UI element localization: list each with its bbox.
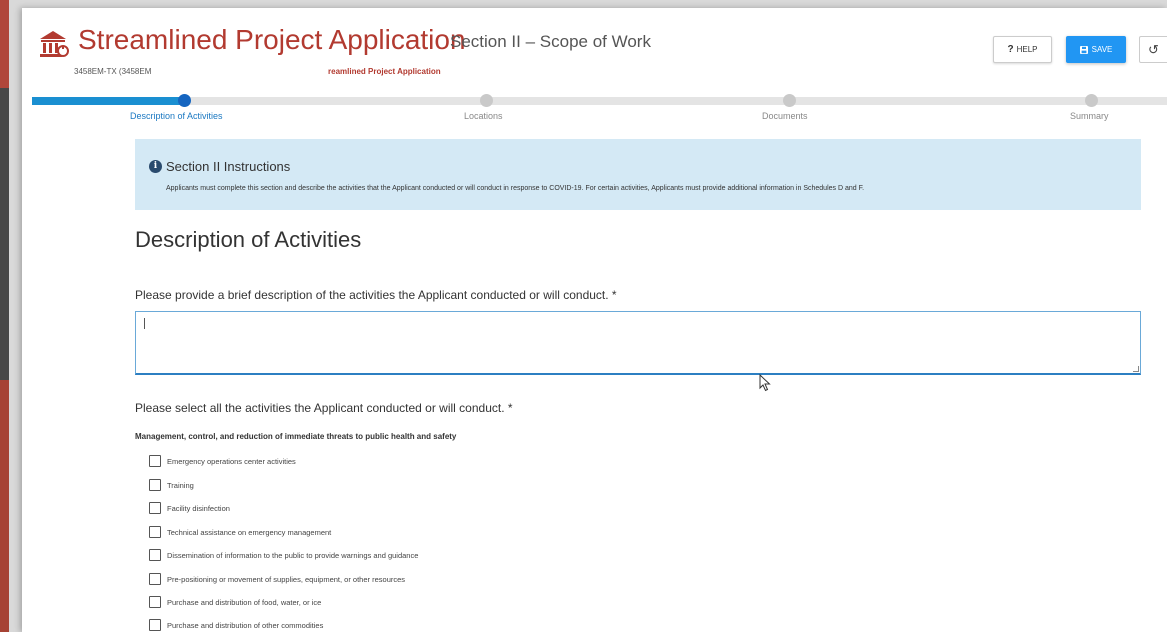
step-dot-locations[interactable]	[480, 94, 493, 107]
checkbox[interactable]	[149, 479, 161, 491]
description-textarea[interactable]	[135, 311, 1141, 375]
instructions-title: Section II Instructions	[166, 159, 291, 174]
step-label-summary[interactable]: Summary	[1070, 111, 1109, 121]
description-question: Please provide a brief description of th…	[135, 288, 617, 302]
instructions-body: Applicants must complete this section an…	[166, 185, 865, 192]
activity-option[interactable]: Dissemination of information to the publ…	[149, 548, 418, 562]
activity-label: Dissemination of information to the publ…	[167, 550, 419, 560]
building-icon	[40, 31, 69, 57]
activity-label: Emergency operations center activities	[167, 456, 296, 466]
activity-label: Pre-positioning or movement of supplies,…	[167, 574, 406, 584]
activity-option[interactable]: Technical assistance on emergency manage…	[149, 525, 331, 539]
activity-label: Purchase and distribution of food, water…	[167, 597, 322, 607]
mouse-pointer-icon	[759, 374, 771, 392]
left-edge-strip	[0, 0, 9, 632]
application-page: Streamlined Project Application Section …	[22, 8, 1167, 632]
step-label-locations[interactable]: Locations	[464, 111, 503, 121]
section-subtitle: Section II – Scope of Work	[450, 32, 651, 51]
step-label-documents[interactable]: Documents	[762, 111, 808, 121]
stepper-progress-fill	[32, 97, 182, 105]
activity-option[interactable]: Facility disinfection	[149, 501, 230, 515]
save-button-label: SAVE	[1091, 45, 1113, 54]
step-dot-documents[interactable]	[783, 94, 796, 107]
breadcrumb[interactable]: reamlined Project Application	[328, 67, 441, 76]
checkbox[interactable]	[149, 549, 161, 561]
checkbox[interactable]	[149, 455, 161, 467]
checkbox[interactable]	[149, 619, 161, 631]
checkbox[interactable]	[149, 502, 161, 514]
undo-icon: ↺	[1148, 41, 1159, 57]
checkbox[interactable]	[149, 596, 161, 608]
page-header: Streamlined Project Application Section …	[22, 8, 1167, 88]
progress-stepper: Description of Activities Locations Docu…	[32, 94, 1167, 124]
activity-option[interactable]: Pre-positioning or movement of supplies,…	[149, 572, 405, 586]
activity-label: Training	[167, 480, 194, 490]
page-heading: Description of Activities	[135, 227, 362, 252]
step-dot-description[interactable]	[178, 94, 191, 107]
activity-label: Technical assistance on emergency manage…	[167, 527, 332, 537]
undo-button[interactable]: ↺	[1139, 36, 1167, 63]
activity-option[interactable]: Purchase and distribution of food, water…	[149, 595, 321, 609]
checkbox[interactable]	[149, 526, 161, 538]
step-label-description[interactable]: Description of Activities	[130, 111, 223, 121]
activity-label: Purchase and distribution of other commo…	[167, 620, 324, 630]
help-button[interactable]: ? HELP	[993, 36, 1052, 63]
resize-handle[interactable]	[1133, 366, 1139, 372]
step-dot-summary[interactable]	[1085, 94, 1098, 107]
question-icon: ?	[1007, 44, 1014, 55]
help-button-label: HELP	[1016, 45, 1038, 54]
application-id: 3458EM-TX (3458EM	[74, 67, 152, 76]
save-button[interactable]: SAVE	[1066, 36, 1126, 63]
app-title: Streamlined Project Application	[78, 24, 466, 55]
info-icon: i	[149, 160, 162, 173]
activity-option[interactable]: Purchase and distribution of other commo…	[149, 618, 323, 632]
stepper-track	[32, 97, 1167, 105]
screen: Streamlined Project Application Section …	[0, 0, 1167, 632]
activity-option[interactable]: Emergency operations center activities	[149, 454, 296, 468]
checkbox[interactable]	[149, 573, 161, 585]
floppy-disk-icon	[1079, 45, 1088, 54]
activities-group-label: Management, control, and reduction of im…	[135, 432, 457, 441]
activities-question: Please select all the activities the App…	[135, 401, 513, 415]
activity-option[interactable]: Training	[149, 478, 194, 492]
instructions-panel: i Section II Instructions Applicants mus…	[135, 139, 1141, 210]
activity-label: Facility disinfection	[167, 503, 230, 513]
text-caret	[144, 318, 145, 329]
